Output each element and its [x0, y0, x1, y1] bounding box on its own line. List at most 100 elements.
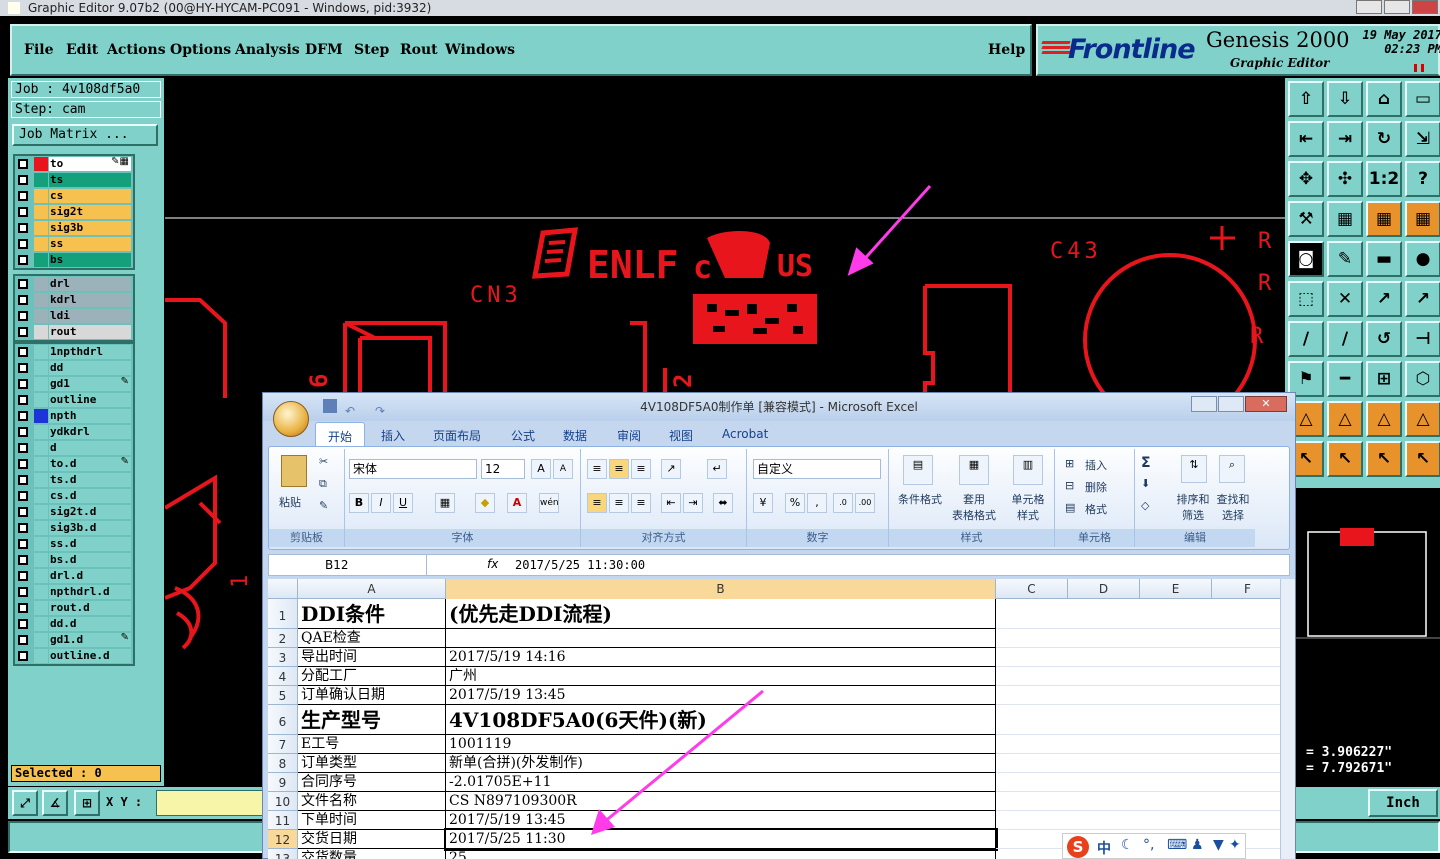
zoom-fit-icon[interactable]: ⤢ — [12, 790, 38, 816]
layer-name[interactable]: npthdrl.d — [49, 585, 131, 599]
layer-checkbox[interactable] — [18, 327, 28, 337]
layer-name[interactable]: outline — [49, 393, 131, 407]
row-header[interactable]: 12 — [268, 830, 298, 849]
conditional-format-button[interactable]: 条件格式 — [893, 491, 947, 507]
table-format-button[interactable]: 套用 表格格式 — [945, 491, 1003, 523]
font-color-icon[interactable]: A — [507, 493, 527, 513]
cell-value[interactable]: 2017/5/19 14:16 — [446, 648, 996, 667]
layer-row[interactable]: ts.d — [15, 472, 133, 488]
layer-color-swatch[interactable] — [34, 361, 48, 375]
align-right-icon[interactable]: ≡ — [631, 493, 651, 513]
layer-color-swatch[interactable] — [34, 309, 48, 323]
empty-cells[interactable] — [996, 648, 1280, 667]
layer-color-swatch[interactable] — [34, 293, 48, 307]
layer-checkbox[interactable] — [18, 255, 28, 265]
function-icon[interactable]: fx — [487, 557, 498, 571]
layer-row[interactable]: rout — [15, 324, 133, 340]
italic-icon[interactable]: I — [371, 493, 391, 513]
column-header[interactable]: E — [1140, 579, 1212, 599]
mirror-icon[interactable]: ⊣ — [1405, 321, 1440, 357]
layer-checkbox[interactable] — [18, 207, 28, 217]
comma-icon[interactable]: , — [807, 493, 827, 513]
layer-name[interactable]: dd.d — [49, 617, 131, 631]
layer-b-icon[interactable]: ▦ — [1405, 201, 1440, 237]
layer-name[interactable]: drl.d — [49, 569, 131, 583]
align-center-icon[interactable]: ≡ — [609, 493, 629, 513]
layer-row[interactable]: drl.d — [15, 568, 133, 584]
cell-style-button[interactable]: 单元格 样式 — [1001, 491, 1055, 523]
ribbon-tab[interactable]: 数据 — [563, 427, 587, 444]
row-header[interactable]: 2 — [268, 629, 298, 648]
layer-checkbox[interactable] — [18, 523, 28, 533]
formula-input[interactable]: 2017/5/25 11:30:00 — [515, 558, 645, 572]
paste-icon[interactable] — [281, 455, 307, 487]
layer-name[interactable]: sig3b — [49, 221, 131, 235]
previous-icon[interactable]: ⇤ — [1288, 121, 1324, 157]
layer-checkbox[interactable] — [18, 635, 28, 645]
layer-row[interactable]: cs.d — [15, 488, 133, 504]
column-header[interactable]: D — [1068, 579, 1140, 599]
punctuation-icon[interactable]: °, — [1143, 837, 1154, 853]
layer-checkbox[interactable] — [18, 379, 28, 389]
cell-label[interactable]: 导出时间 — [298, 648, 446, 667]
underline-icon[interactable]: U — [393, 493, 413, 513]
row-header[interactable]: 6 — [268, 705, 298, 735]
row-header[interactable]: 9 — [268, 773, 298, 792]
format-cells-button[interactable]: 格式 — [1085, 501, 1107, 517]
row-header[interactable]: 13 — [268, 849, 298, 859]
layer-name[interactable]: d — [49, 441, 131, 455]
cell-value[interactable] — [446, 629, 996, 648]
layer-color-swatch[interactable] — [34, 617, 48, 631]
percent-icon[interactable]: % — [785, 493, 805, 513]
layer-name[interactable]: gd1.d — [49, 633, 131, 647]
layer-row[interactable]: 1npthdrl — [15, 344, 133, 360]
layer-name[interactable]: npth — [49, 409, 131, 423]
cell-label[interactable]: 生产型号 — [298, 705, 446, 735]
layer-name[interactable]: sig2t — [49, 205, 131, 219]
pause-icon[interactable] — [1414, 64, 1424, 72]
cell-label[interactable]: 订单确认日期 — [298, 686, 446, 705]
orientation-icon[interactable]: ↗ — [661, 459, 681, 479]
empty-cells[interactable] — [996, 599, 1280, 629]
layer-row[interactable]: drl — [15, 276, 133, 292]
layer-row[interactable]: ss — [15, 236, 133, 252]
layer-name[interactable]: to.d — [49, 457, 131, 471]
clear-icon[interactable]: ◇ — [1141, 499, 1149, 512]
cell-label[interactable]: 文件名称 — [298, 792, 446, 811]
menu-edit[interactable]: Edit — [66, 42, 98, 58]
select-all-corner[interactable] — [268, 579, 298, 599]
layer-row[interactable]: to ✎▦ — [15, 156, 133, 172]
layer-row[interactable]: ts — [15, 172, 133, 188]
layer-row[interactable]: to.d ✎ — [15, 456, 133, 472]
increase-decimal-icon[interactable]: .0 — [833, 493, 853, 513]
layer-color-swatch[interactable] — [34, 537, 48, 551]
pointer-b-icon[interactable]: ↖ — [1327, 441, 1363, 477]
line-icon[interactable]: ∕ — [1288, 321, 1324, 357]
grid-icon[interactable]: ▦ — [1327, 201, 1363, 237]
pan-icon[interactable]: ✥ — [1288, 161, 1324, 197]
layer-name[interactable]: drl — [49, 277, 131, 291]
menu-options[interactable]: Options — [170, 42, 231, 58]
measure-icon[interactable]: ∡ — [42, 790, 68, 816]
pen-icon[interactable]: ✎ — [1327, 241, 1363, 277]
menu-rout[interactable]: Rout — [400, 42, 438, 58]
layer-name[interactable]: ydkdrl — [49, 425, 131, 439]
zoom-area-icon[interactable]: ⇲ — [1405, 121, 1440, 157]
copy-icon[interactable]: ⧉ — [319, 477, 327, 491]
layer-color-swatch[interactable] — [34, 393, 48, 407]
empty-cells[interactable] — [996, 773, 1280, 792]
layer-checkbox[interactable] — [18, 311, 28, 321]
layer-color-swatch[interactable] — [34, 409, 48, 423]
layer-row[interactable]: ss.d — [15, 536, 133, 552]
arc-icon[interactable]: ∕ — [1327, 321, 1363, 357]
ruler-icon[interactable]: ▬ — [1366, 241, 1402, 277]
layer-color-swatch[interactable] — [34, 473, 48, 487]
layer-name[interactable]: gd1 — [49, 377, 131, 391]
layer-color-swatch[interactable] — [34, 585, 48, 599]
menu-analysis[interactable]: Analysis — [235, 42, 300, 58]
keyboard-icon[interactable]: ⌨ — [1167, 837, 1187, 853]
bold-icon[interactable]: B — [349, 493, 369, 513]
ime-mode-label[interactable]: 中 — [1097, 838, 1111, 858]
layer-row[interactable]: dd.d — [15, 616, 133, 632]
layer-checkbox[interactable] — [18, 239, 28, 249]
